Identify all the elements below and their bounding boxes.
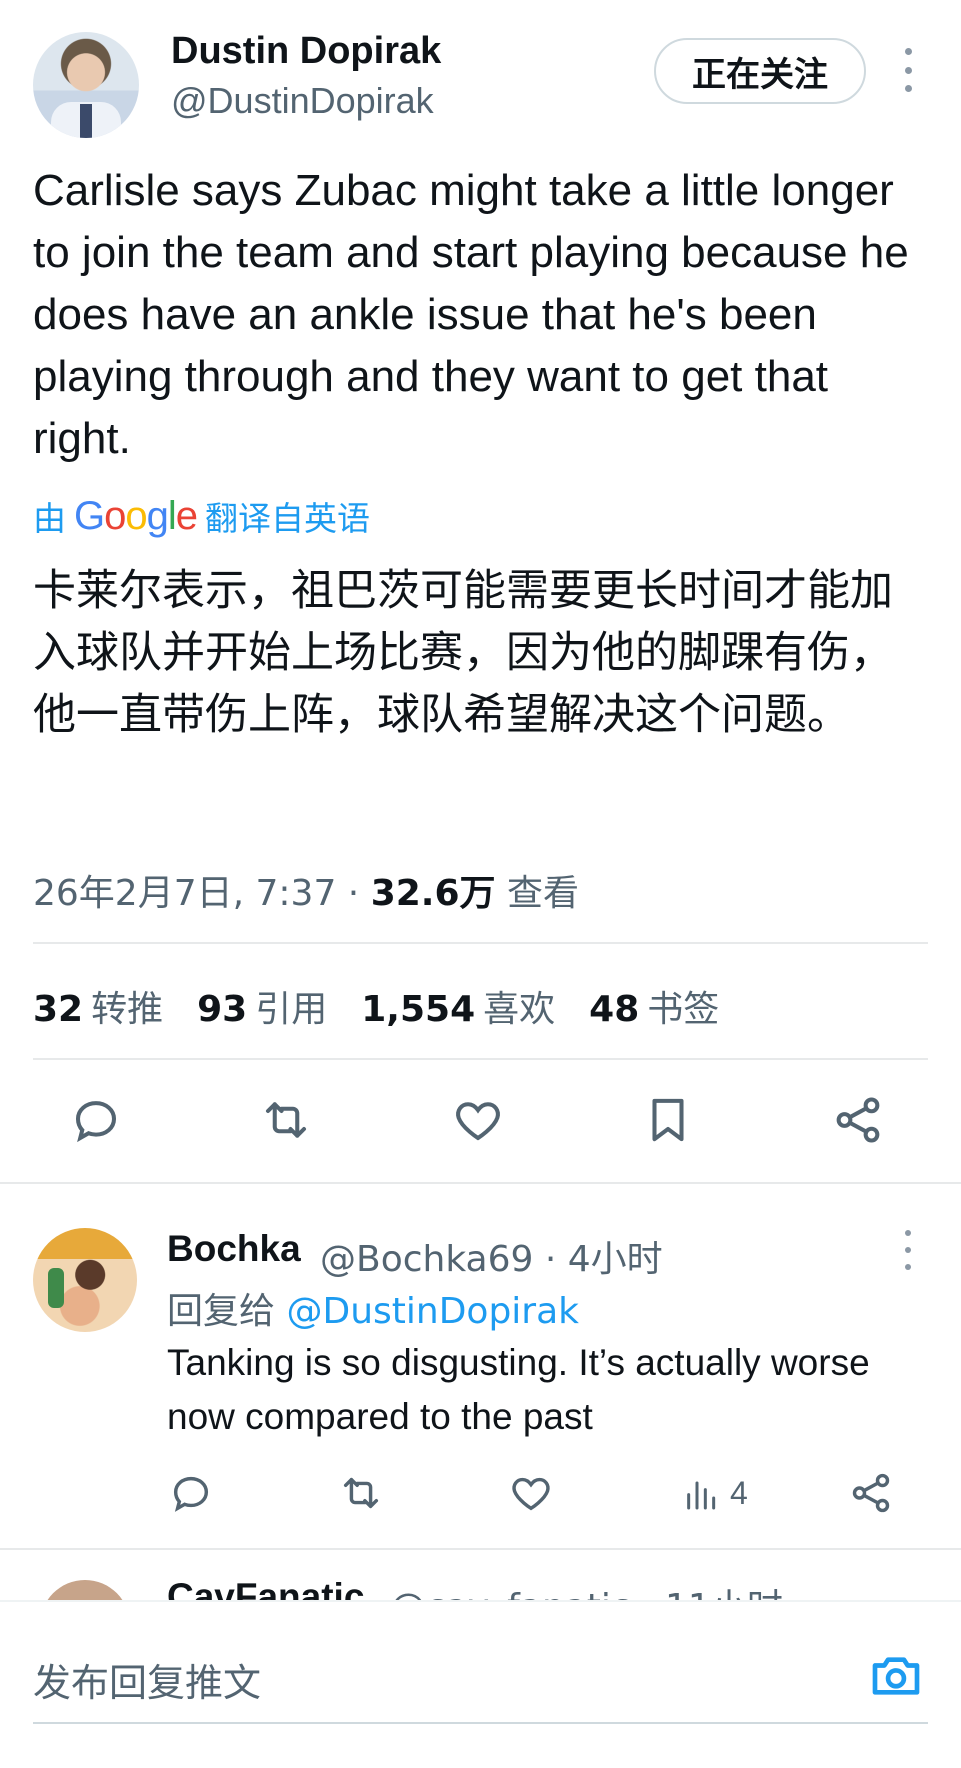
tweet-stats: 32 转推 93 引用 1,554 喜欢 48 书签 <box>33 980 719 1032</box>
reply-handle-time: @Bochka69 · 4小时 <box>320 1239 663 1280</box>
likes-label: 喜欢 <box>483 989 556 1030</box>
likes-count: 1,554 <box>361 989 476 1030</box>
camera-icon[interactable] <box>868 1648 924 1704</box>
retweet-icon[interactable] <box>256 1090 316 1150</box>
author-avatar[interactable] <box>33 32 139 138</box>
divider <box>33 942 928 944</box>
translate-suffix: 翻译自英语 <box>205 499 371 538</box>
reply-to: 回复给 @DustinDopirak <box>167 1282 579 1334</box>
likes-stat[interactable]: 1,554 喜欢 <box>361 980 555 1032</box>
heart-icon[interactable] <box>448 1090 508 1150</box>
reply-to-prefix: 回复给 <box>167 1291 276 1332</box>
quotes-label: 引用 <box>255 989 328 1030</box>
reply-avatar[interactable] <box>33 1228 137 1332</box>
translation-attribution[interactable]: 由 Google 翻译自英语 <box>33 492 370 540</box>
tweet-text: Carlisle says Zubac might take a little … <box>33 166 909 463</box>
views-stat[interactable]: 4 <box>682 1468 748 1518</box>
next-reply-author-name[interactable]: CavFanatic <box>167 1576 364 1602</box>
following-button[interactable]: 正在关注 <box>654 38 866 104</box>
divider <box>0 1548 961 1550</box>
more-icon[interactable] <box>898 48 918 92</box>
divider <box>0 1182 961 1184</box>
reply-text: Tanking is so disgusting. It’s actually … <box>167 1342 870 1437</box>
bookmark-icon[interactable] <box>638 1090 698 1150</box>
views-label: 查看 <box>506 873 579 914</box>
reply-input[interactable]: 发布回复推文 <box>33 1652 261 1707</box>
next-reply-handle-time: @cav_fanatic · 11小时 <box>390 1578 783 1602</box>
tweet-header: Dustin Dopirak @DustinDopirak 正在关注 <box>0 0 961 150</box>
bookmarks-stat[interactable]: 48 书签 <box>589 980 719 1032</box>
quotes-stat[interactable]: 93 引用 <box>197 980 327 1032</box>
author-name[interactable]: Dustin Dopirak <box>171 30 441 73</box>
retweets-count: 32 <box>33 989 84 1030</box>
share-icon[interactable] <box>828 1090 888 1150</box>
more-icon[interactable] <box>898 1230 918 1270</box>
retweet-icon[interactable] <box>336 1468 386 1518</box>
bookmarks-count: 48 <box>589 989 640 1030</box>
reply-icon[interactable] <box>168 1468 214 1518</box>
heart-icon[interactable] <box>508 1468 554 1518</box>
views-icon <box>687 1481 716 1510</box>
share-icon[interactable] <box>848 1468 894 1518</box>
retweets-stat[interactable]: 32 转推 <box>33 980 163 1032</box>
composer-underline <box>33 1722 928 1724</box>
reply-icon[interactable] <box>66 1090 126 1150</box>
reply-author-name[interactable]: Bochka <box>167 1228 301 1270</box>
next-reply-avatar[interactable] <box>40 1580 130 1602</box>
tweet-actions <box>0 1090 961 1170</box>
reply-to-mention[interactable]: @DustinDopirak <box>286 1291 579 1332</box>
tweet-meta: 26年2月7日, 7:37 · 32.6万 查看 <box>33 864 579 916</box>
author-handle[interactable]: @DustinDopirak <box>171 80 434 122</box>
divider <box>33 1058 928 1060</box>
retweets-label: 转推 <box>91 989 164 1030</box>
reply-composer[interactable]: 发布回复推文 <box>0 1600 961 1768</box>
quotes-count: 93 <box>197 989 248 1030</box>
next-reply-peek[interactable]: CavFanatic @cav_fanatic · 11小时 <box>0 1560 961 1602</box>
reply-item[interactable]: Bochka @Bochka69 · 4小时 回复给 @DustinDopira… <box>0 1200 961 1545</box>
bookmarks-label: 书签 <box>647 989 720 1030</box>
reply-actions: 4 <box>0 1468 961 1528</box>
google-logo: Google <box>74 493 198 538</box>
views-count: 32.6万 <box>370 873 496 914</box>
translated-text: 卡莱尔表示，祖巴茨可能需要更长时间才能加入球队并开始上场比赛，因为他的脚踝有伤，… <box>33 566 893 740</box>
translate-prefix: 由 <box>33 499 66 538</box>
views-count: 4 <box>730 1474 748 1511</box>
timestamp[interactable]: 26年2月7日, 7:37 · <box>33 873 371 914</box>
